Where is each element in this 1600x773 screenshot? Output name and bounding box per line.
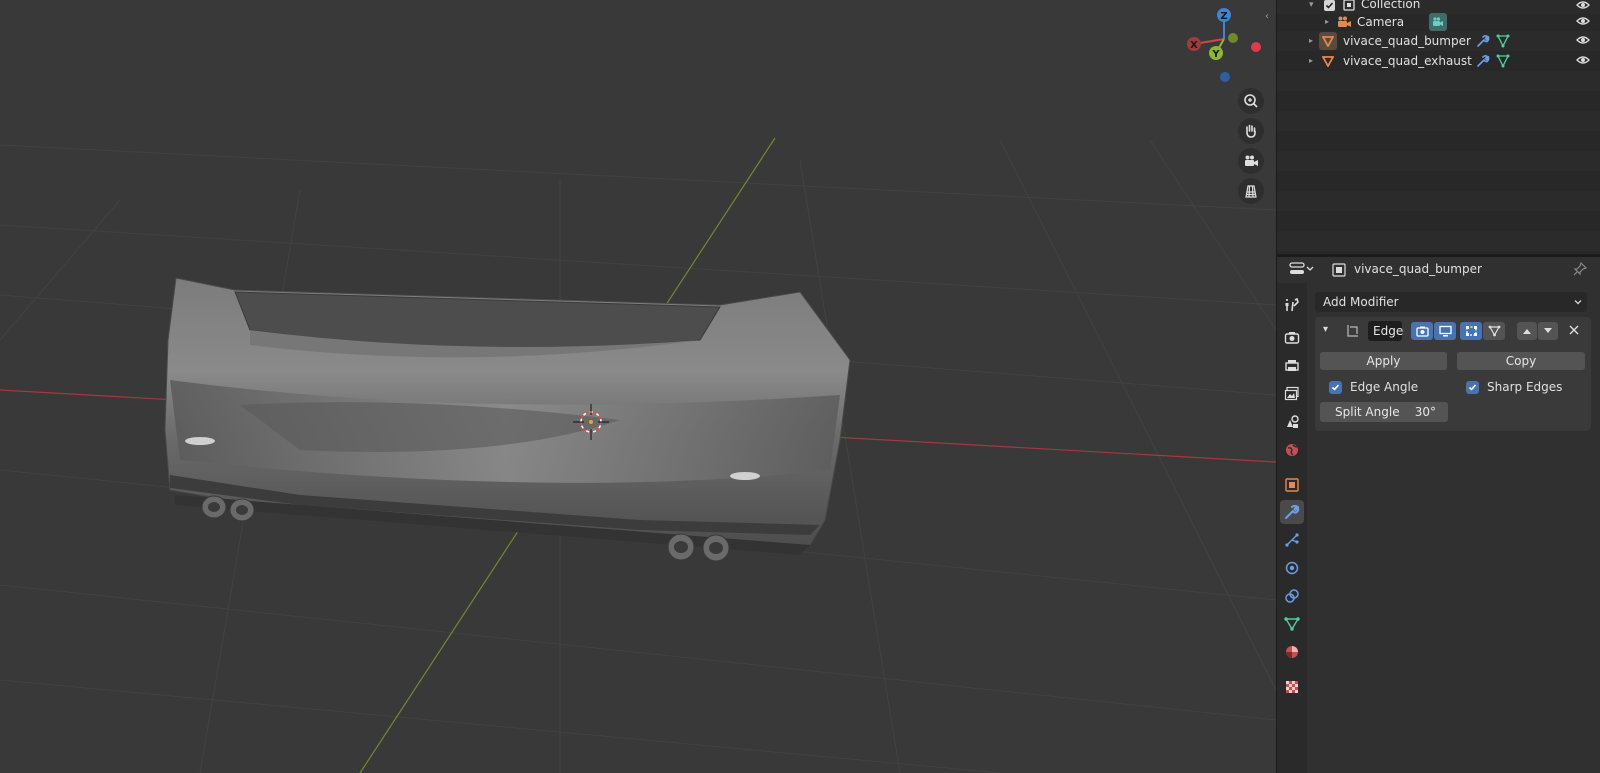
navigation-gizmo[interactable]: Z X Y xyxy=(1187,8,1261,82)
orthographic-grid-icon[interactable] xyxy=(1238,178,1264,204)
wrench-icon[interactable] xyxy=(1476,34,1490,51)
outliner-empty-row xyxy=(1277,111,1600,131)
expand-arrow-icon[interactable]: ▸ xyxy=(1309,56,1313,65)
mesh-data-icon[interactable] xyxy=(1496,34,1510,51)
copy-button[interactable]: Copy xyxy=(1457,352,1585,370)
properties-header: vivace_quad_bumper xyxy=(1277,257,1600,283)
viewport-scene[interactable]: Z X Y xyxy=(0,0,1276,773)
mesh-data-icon[interactable] xyxy=(1496,54,1510,71)
bumper-mesh[interactable] xyxy=(164,277,851,562)
collapse-panel-icon[interactable]: ▾ xyxy=(1323,324,1328,335)
object-icon xyxy=(1332,263,1346,280)
modifier-properties: Add Modifier ▾ Edge Apply Copy Edge Angl… xyxy=(1307,283,1600,773)
camera-data-icon[interactable] xyxy=(1429,13,1447,31)
checkbox-icon[interactable] xyxy=(1324,0,1335,11)
edge-angle-checkbox[interactable] xyxy=(1329,381,1342,394)
edge-angle-label: Edge Angle xyxy=(1350,380,1419,394)
on-cage-toggle-icon[interactable] xyxy=(1483,322,1505,340)
add-modifier-dropdown[interactable]: Add Modifier xyxy=(1315,292,1587,312)
outliner-empty-row xyxy=(1277,231,1600,251)
object-name: vivace_quad_bumper xyxy=(1354,262,1482,276)
world-icon[interactable] xyxy=(1280,438,1304,462)
gizmo-neg-z-handle[interactable] xyxy=(1220,72,1230,82)
move-up-icon[interactable] xyxy=(1517,322,1537,340)
outliner-row-camera[interactable]: ▸ Camera xyxy=(1277,12,1600,32)
move-down-icon[interactable] xyxy=(1538,322,1558,340)
edge-split-modifier-icon xyxy=(1345,324,1359,341)
gizmo-neg-y-handle[interactable] xyxy=(1228,33,1238,43)
modifier-name-field[interactable]: Edge xyxy=(1368,321,1403,341)
outliner-label: vivace_quad_bumper xyxy=(1343,34,1471,48)
expand-arrow-icon[interactable]: ▸ xyxy=(1309,36,1313,45)
edge-split-modifier-panel: ▾ Edge Apply Copy Edge Angle Sharp Edges… xyxy=(1315,317,1591,431)
split-angle-value: 30° xyxy=(1414,405,1436,419)
expand-arrow-icon[interactable]: ▾ xyxy=(1309,0,1314,10)
material-icon[interactable] xyxy=(1280,640,1304,664)
view-layer-icon[interactable] xyxy=(1280,382,1304,406)
remove-modifier-close-icon[interactable] xyxy=(1568,324,1580,339)
split-angle-label: Split Angle xyxy=(1335,405,1400,419)
outliner-row-vivace-quad-exhaust[interactable]: ▸ vivace_quad_exhaust xyxy=(1277,51,1600,71)
outliner-label: Collection xyxy=(1361,0,1421,11)
chevron-down-icon xyxy=(1573,296,1583,310)
outliner-empty-row xyxy=(1277,191,1600,211)
eye-icon[interactable] xyxy=(1576,15,1590,29)
viewport-toggle-monitor-icon[interactable] xyxy=(1434,322,1456,340)
3d-viewport[interactable]: Z X Y xyxy=(0,0,1276,773)
outliner[interactable]: ▾ Collection ▸ Camera ▸ vivace_quad_bump… xyxy=(1277,0,1600,254)
sharp-edges-checkbox[interactable] xyxy=(1466,381,1479,394)
render-toggle-camera-icon[interactable] xyxy=(1411,322,1433,340)
output-icon[interactable] xyxy=(1280,354,1304,378)
apply-button[interactable]: Apply xyxy=(1320,352,1447,370)
gizmo-z-label: Z xyxy=(1220,11,1227,22)
outliner-label: vivace_quad_exhaust xyxy=(1343,54,1472,68)
outliner-empty-row xyxy=(1277,71,1600,91)
tool-icon[interactable] xyxy=(1280,293,1304,317)
outliner-row-vivace-quad-bumper[interactable]: ▸ vivace_quad_bumper xyxy=(1277,31,1600,51)
outliner-label: Camera xyxy=(1357,15,1405,29)
properties-tab-bar xyxy=(1277,283,1307,773)
particles-icon[interactable] xyxy=(1280,528,1304,552)
camera-view-icon[interactable] xyxy=(1238,148,1264,174)
eye-icon[interactable] xyxy=(1576,54,1590,68)
scene-icon[interactable] xyxy=(1280,410,1304,434)
split-angle-slider[interactable]: Split Angle 30° xyxy=(1320,402,1448,422)
editor-type-icon[interactable] xyxy=(1289,261,1315,280)
render-icon[interactable] xyxy=(1280,326,1304,350)
physics-icon[interactable] xyxy=(1280,556,1304,580)
camera-object-icon xyxy=(1336,15,1352,32)
mesh-object-icon xyxy=(1319,32,1337,50)
pin-icon[interactable] xyxy=(1573,261,1588,279)
gizmo-x-label: X xyxy=(1190,40,1198,51)
constraints-icon[interactable] xyxy=(1280,584,1304,608)
expand-arrow-icon[interactable]: ▸ xyxy=(1325,17,1329,26)
mesh-object-icon xyxy=(1319,52,1337,70)
add-modifier-label: Add Modifier xyxy=(1323,295,1399,309)
zoom-icon[interactable] xyxy=(1238,88,1264,114)
modifier-wrench-icon[interactable] xyxy=(1280,500,1304,524)
object-data-icon[interactable] xyxy=(1280,612,1304,636)
eye-icon[interactable] xyxy=(1576,34,1590,48)
outliner-empty-row xyxy=(1277,151,1600,171)
gizmo-y-label: Y xyxy=(1211,49,1220,60)
pan-hand-icon[interactable] xyxy=(1238,118,1264,144)
sharp-edges-label: Sharp Edges xyxy=(1487,380,1563,394)
wrench-icon[interactable] xyxy=(1476,54,1490,71)
gizmo-neg-x-handle[interactable] xyxy=(1251,42,1261,52)
edit-mode-toggle-icon[interactable] xyxy=(1460,322,1482,340)
texture-icon[interactable] xyxy=(1280,675,1304,699)
object-icon[interactable] xyxy=(1280,473,1304,497)
collapse-arrow-icon[interactable]: ‹ xyxy=(1265,10,1275,24)
